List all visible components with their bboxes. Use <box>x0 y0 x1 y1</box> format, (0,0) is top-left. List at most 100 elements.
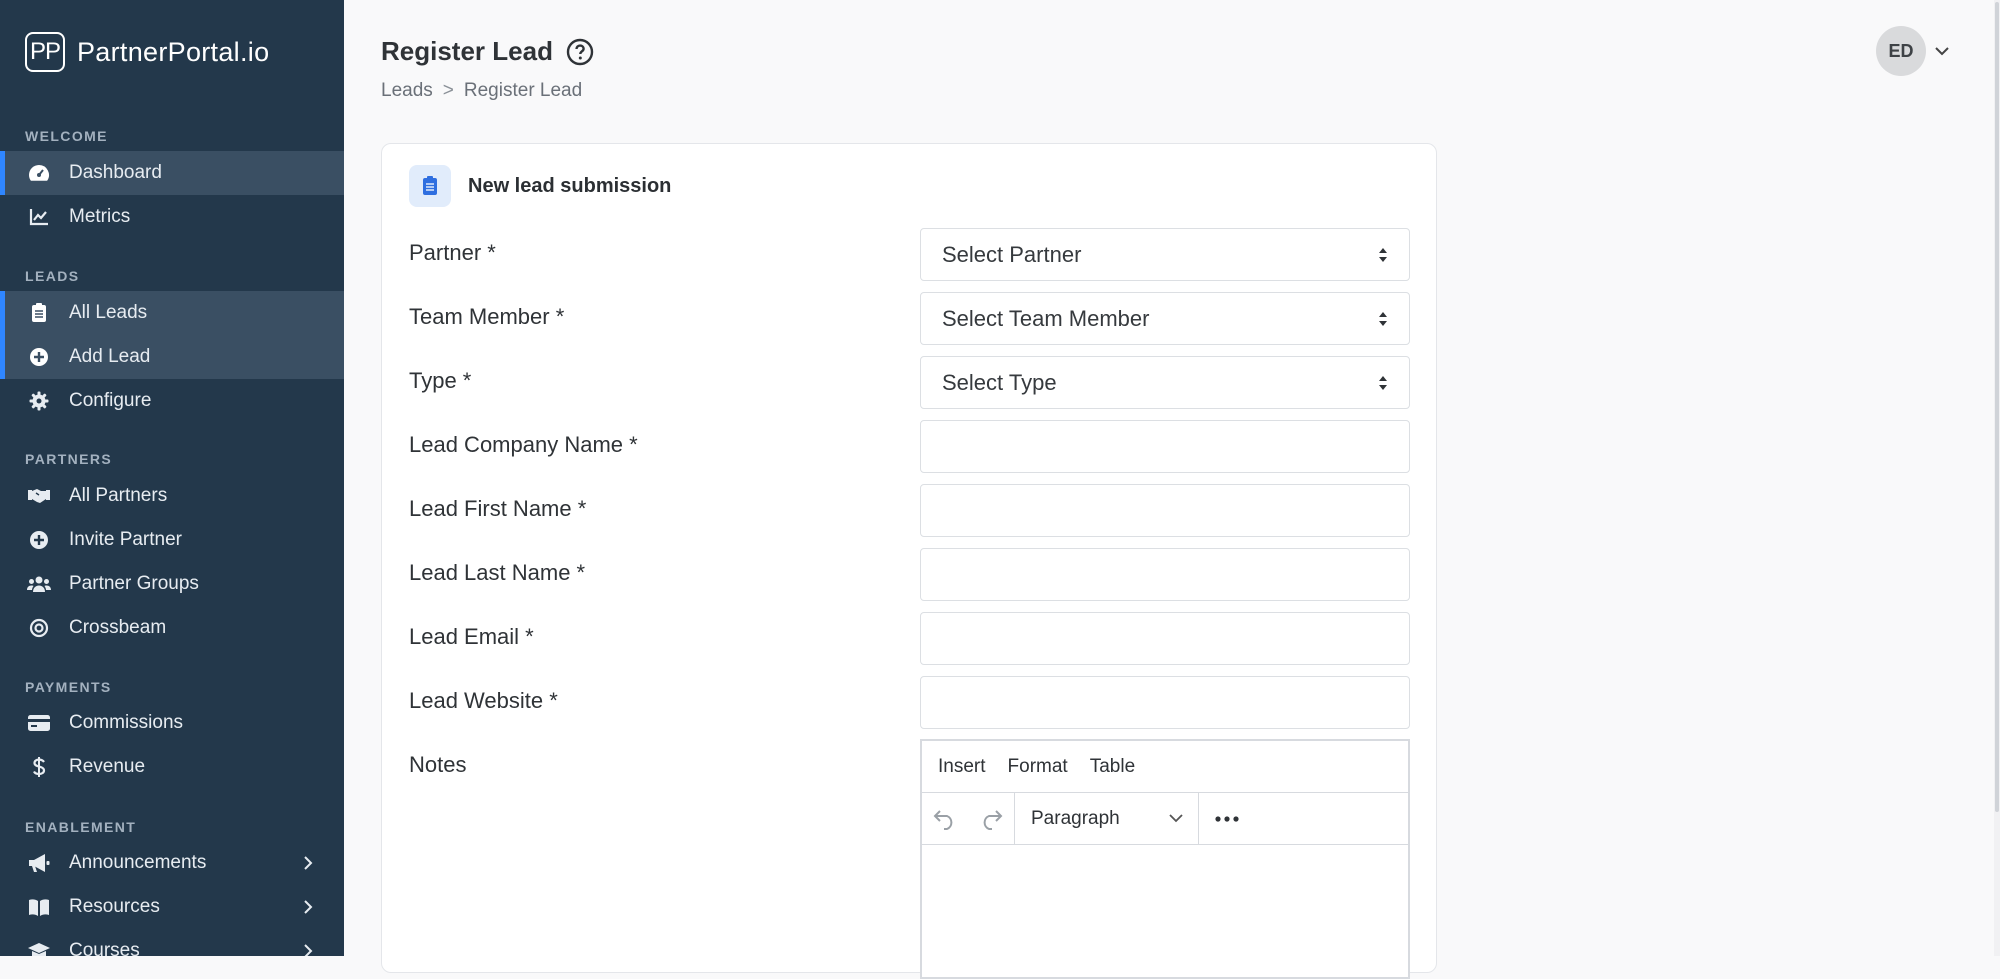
notes-label: Notes <box>409 752 467 777</box>
team-member-select-value: Select Team Member <box>942 305 1150 331</box>
lead-email-input[interactable] <box>920 612 1410 665</box>
lead-first-name-label: Lead First Name * <box>409 496 587 521</box>
sidebar-item-configure[interactable]: Configure <box>0 379 344 423</box>
sidebar-item-metrics[interactable]: Metrics <box>0 195 344 239</box>
target-icon <box>27 616 51 640</box>
menu-insert[interactable]: Insert <box>938 756 986 778</box>
sidebar-item-commissions[interactable]: Commissions <box>0 701 344 745</box>
partner-label: Partner * <box>409 240 496 265</box>
lead-last-name-label: Lead Last Name * <box>409 560 586 585</box>
sidebar-item-resources[interactable]: Resources <box>0 885 344 929</box>
lead-email-label: Lead Email * <box>409 624 534 649</box>
block-format-value: Paragraph <box>1031 807 1120 829</box>
sidebar-item-all-partners[interactable]: All Partners <box>0 474 344 518</box>
sidebar-item-dashboard[interactable]: Dashboard <box>0 151 344 195</box>
type-label: Type * <box>409 368 472 393</box>
sort-arrows-icon <box>1379 248 1387 262</box>
undo-button[interactable] <box>922 793 968 844</box>
card-title: New lead submission <box>468 175 672 197</box>
lead-first-name-input[interactable] <box>920 484 1410 537</box>
sidebar-item-crossbeam[interactable]: Crossbeam <box>0 606 344 650</box>
nav-section-payments: PAYMENTS <box>25 679 112 695</box>
sidebar-item-label: Configure <box>69 390 152 411</box>
sort-arrows-icon <box>1379 376 1387 390</box>
ellipsis-icon <box>1215 815 1239 822</box>
menu-format[interactable]: Format <box>1008 756 1068 778</box>
chevron-right-icon <box>304 944 313 956</box>
sidebar-item-label: Resources <box>69 896 160 917</box>
page-scrollbar[interactable] <box>1994 0 2000 956</box>
handshake-icon <box>27 484 51 508</box>
undo-icon <box>933 809 953 830</box>
nav-section-welcome: WELCOME <box>25 128 108 144</box>
sidebar-item-announcements[interactable]: Announcements <box>0 841 344 885</box>
sidebar-item-label: Add Lead <box>69 346 151 367</box>
page-title: Register Lead <box>381 36 553 66</box>
type-select[interactable]: Select Type <box>920 356 1410 409</box>
lead-website-label: Lead Website * <box>409 688 558 713</box>
graduation-cap-icon <box>27 939 51 956</box>
sidebar-item-label: Courses <box>69 940 140 956</box>
notes-editor: Insert Format Table Paragraph <box>920 739 1410 979</box>
chevron-down-icon[interactable] <box>1934 43 1950 59</box>
sidebar-item-label: Dashboard <box>69 162 162 183</box>
chart-line-icon <box>27 205 51 229</box>
sidebar-item-label: Announcements <box>69 852 207 873</box>
history-group <box>922 793 1015 844</box>
gauge-icon <box>27 161 51 185</box>
clipboard-list-icon <box>409 165 451 207</box>
avatar[interactable]: ED <box>1876 26 1926 76</box>
type-select-value: Select Type <box>942 369 1057 395</box>
lead-company-name-label: Lead Company Name * <box>409 432 638 457</box>
partner-select[interactable]: Select Partner <box>920 228 1410 281</box>
sidebar-item-label: Commissions <box>69 712 184 733</box>
help-icon[interactable] <box>566 38 594 66</box>
redo-icon <box>983 809 1003 830</box>
lead-company-name-input[interactable] <box>920 420 1410 473</box>
breadcrumb-leads[interactable]: Leads <box>381 80 433 102</box>
plus-circle-icon <box>27 345 51 369</box>
team-member-label: Team Member * <box>409 304 565 329</box>
nav-section-leads: LEADS <box>25 268 80 284</box>
sidebar-item-label: Partner Groups <box>69 573 199 594</box>
sidebar-item-add-lead[interactable]: Add Lead <box>0 335 344 379</box>
brand-logo: PP <box>25 32 65 72</box>
scrollbar-thumb[interactable] <box>1995 2 1999 812</box>
breadcrumb: Leads > Register Lead <box>381 80 582 102</box>
brand-name: PartnerPortal.io <box>77 36 270 67</box>
sidebar-item-label: All Leads <box>69 302 148 323</box>
more-options-button[interactable] <box>1199 793 1255 844</box>
sidebar-item-label: Revenue <box>69 756 146 777</box>
sidebar-item-label: Invite Partner <box>69 529 182 550</box>
sidebar-item-revenue[interactable]: Revenue <box>0 745 344 789</box>
book-icon <box>27 895 51 919</box>
breadcrumb-separator: > <box>442 80 454 101</box>
brand[interactable]: PP PartnerPortal.io <box>25 32 269 72</box>
credit-card-icon <box>27 711 51 735</box>
breadcrumb-current: Register Lead <box>463 80 583 101</box>
megaphone-icon <box>27 851 51 875</box>
plus-circle-icon <box>27 528 51 552</box>
dollar-icon <box>27 755 51 779</box>
redo-button[interactable] <box>968 793 1014 844</box>
partner-select-value: Select Partner <box>942 241 1082 267</box>
sidebar-item-courses[interactable]: Courses <box>0 929 344 956</box>
chevron-right-icon <box>304 856 313 870</box>
sidebar-item-invite-partner[interactable]: Invite Partner <box>0 518 344 562</box>
lead-website-input[interactable] <box>920 676 1410 729</box>
sort-arrows-icon <box>1379 312 1387 326</box>
editor-toolbar: Paragraph <box>922 793 1408 845</box>
sidebar-item-label: Crossbeam <box>69 617 167 638</box>
chevron-down-icon <box>1169 814 1183 823</box>
users-icon <box>27 572 51 596</box>
menu-table[interactable]: Table <box>1090 756 1135 778</box>
block-format-select[interactable]: Paragraph <box>1015 793 1199 844</box>
chevron-right-icon <box>304 900 313 914</box>
sidebar: PP PartnerPortal.io WELCOME Dashboard Me… <box>0 0 344 956</box>
sidebar-item-all-leads[interactable]: All Leads <box>0 291 344 335</box>
lead-last-name-input[interactable] <box>920 548 1410 601</box>
team-member-select[interactable]: Select Team Member <box>920 292 1410 345</box>
sidebar-item-label: All Partners <box>69 485 168 506</box>
nav-section-enablement: ENABLEMENT <box>25 819 137 835</box>
sidebar-item-partner-groups[interactable]: Partner Groups <box>0 562 344 606</box>
